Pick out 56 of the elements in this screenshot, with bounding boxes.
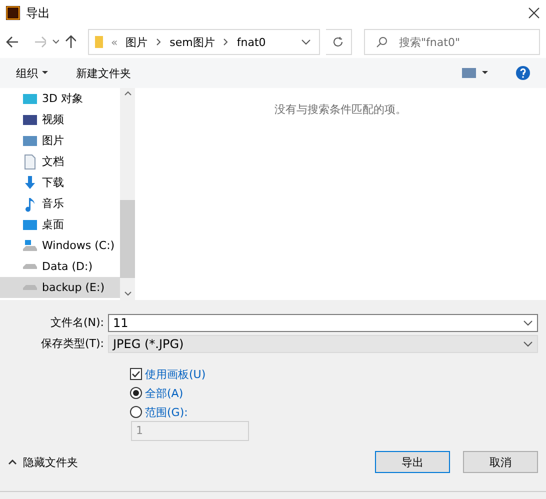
radio-button[interactable] xyxy=(130,406,142,418)
folder-icon xyxy=(94,35,103,49)
option-label[interactable]: 范围(G): xyxy=(145,404,188,420)
back-arrow-icon[interactable] xyxy=(6,36,18,48)
help-icon[interactable] xyxy=(516,66,530,80)
drive-icon xyxy=(22,284,38,290)
sidebar-item[interactable]: 3D 对象 xyxy=(0,88,120,109)
breadcrumb[interactable]: fnat0 xyxy=(236,36,266,48)
sidebar-item[interactable]: Windows (C:) xyxy=(0,235,120,256)
breadcrumb[interactable]: 图片 xyxy=(126,34,148,50)
checkbox[interactable] xyxy=(130,368,142,380)
caret-icon[interactable] xyxy=(52,39,60,45)
sidebar-item[interactable]: 下载 xyxy=(0,172,120,193)
file-type-dropdown[interactable]: JPEG (*.JPG) xyxy=(108,334,538,352)
window-title: 导出 xyxy=(26,4,51,22)
chevron-right-icon xyxy=(222,38,229,46)
caret-icon xyxy=(42,71,48,75)
path-overflow[interactable]: « xyxy=(110,36,118,48)
sidebar-item[interactable]: 文档 xyxy=(0,151,120,172)
field-label: 文件名(N): xyxy=(49,315,105,330)
field-label: 保存类型(T): xyxy=(40,336,105,351)
sidebar-item[interactable]: 视频 xyxy=(0,109,120,130)
radio-button[interactable] xyxy=(130,387,142,399)
chevron-right-icon xyxy=(156,38,162,46)
hide-folders-toggle[interactable]: 隐藏文件夹 xyxy=(8,454,362,470)
document-icon xyxy=(22,154,38,170)
drive-icon xyxy=(22,264,38,270)
organize-menu[interactable]: 组织 xyxy=(16,66,48,80)
close-icon[interactable] xyxy=(528,7,540,19)
down-arrow-icon xyxy=(22,174,38,190)
view-options-icon[interactable] xyxy=(462,68,488,78)
app-logo-icon xyxy=(6,6,20,20)
chevron-up-icon xyxy=(8,459,17,465)
sidebar-item[interactable]: 音乐 xyxy=(0,193,120,214)
chevron-down-icon[interactable] xyxy=(300,39,311,45)
address-bar[interactable]: « 图片 sem图片 fnat0 xyxy=(88,29,320,55)
sidebar-item[interactable]: 图片 xyxy=(0,130,120,151)
new-folder-button[interactable]: 新建文件夹 xyxy=(76,66,131,80)
refresh-icon xyxy=(332,36,344,48)
scrollbar[interactable] xyxy=(120,88,135,300)
filename-field[interactable]: 11 xyxy=(108,314,538,332)
option-label[interactable]: 全部(A) xyxy=(145,386,184,400)
up-arrow-icon[interactable] xyxy=(65,35,76,49)
option-label[interactable]: 使用画板(U) xyxy=(145,366,206,382)
export-button[interactable]: 导出 xyxy=(375,451,450,473)
breadcrumb[interactable]: sem图片 xyxy=(170,34,215,50)
sidebar-item[interactable]: backup (E:) xyxy=(0,277,120,298)
sidebar-item[interactable]: Data (D:) xyxy=(0,256,120,277)
search-field[interactable]: 搜索"fnat0" xyxy=(364,29,540,55)
chevron-down-icon[interactable] xyxy=(523,340,533,346)
drive-icon xyxy=(22,238,38,254)
chevron-down-icon[interactable] xyxy=(523,320,533,326)
refresh-button[interactable] xyxy=(326,29,352,55)
sidebar-item[interactable]: 桌面 xyxy=(0,214,120,235)
cancel-button[interactable]: 取消 xyxy=(463,451,538,473)
empty-message: 没有与搜索条件匹配的项。 xyxy=(274,102,406,116)
